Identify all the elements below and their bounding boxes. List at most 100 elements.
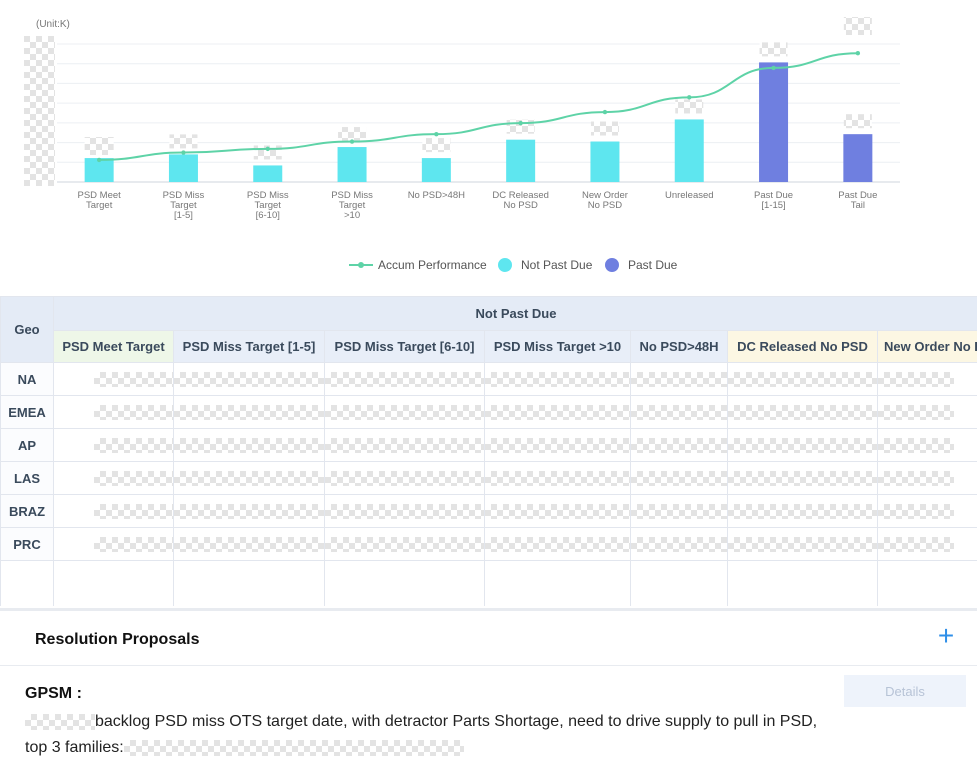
value-cell[interactable] [173,428,325,462]
value-cell[interactable] [173,527,325,561]
col-header-new-order-no-psd[interactable]: New Order No PSD [876,330,977,363]
masked-data-label [675,99,704,114]
value-cell[interactable] [324,428,485,462]
masked-value [878,537,955,552]
value-cell[interactable] [53,362,174,396]
value-cell[interactable] [630,461,728,495]
value-cell[interactable] [484,461,631,495]
value-cell[interactable] [630,428,728,462]
masked-value [325,372,484,387]
value-cell[interactable] [324,362,485,396]
value-cell[interactable] [727,395,878,429]
geo-cell: PRC [0,527,54,561]
table-row: LAS [0,461,977,495]
masked-value [631,405,727,420]
legend-item[interactable]: Accum Performance [349,258,487,272]
value-cell[interactable] [727,362,878,396]
value-cell[interactable] [53,527,174,561]
geo-cell: BRAZ [0,494,54,528]
masked-value [728,504,877,519]
masked-data-label [843,17,872,35]
masked-value [631,372,727,387]
masked-value [94,405,173,420]
table-row: BRAZ [0,494,977,528]
value-cell[interactable] [173,461,325,495]
resolution-proposals-title: Resolution Proposals [35,631,200,648]
col-header-dc-released-no-psd[interactable]: DC Released No PSD [727,330,878,363]
empty-cell [53,560,174,606]
value-cell[interactable] [630,395,728,429]
x-tick-label-line: [1-5] [174,210,193,221]
value-cell[interactable] [484,527,631,561]
value-cell[interactable] [727,461,878,495]
value-cell[interactable] [324,527,485,561]
value-cell[interactable] [324,494,485,528]
masked-value [631,504,727,519]
geo-cell: AP [0,428,54,462]
value-cell[interactable] [727,428,878,462]
masked-value [878,372,955,387]
col-header-psd-miss-target-gt10[interactable]: PSD Miss Target >10 [484,330,631,363]
value-cell[interactable] [173,494,325,528]
value-cell[interactable] [727,494,878,528]
masked-value [325,471,484,486]
value-cell[interactable] [630,362,728,396]
add-proposal-button[interactable]: + [933,622,959,650]
details-button[interactable]: Details [844,675,966,707]
masked-data-label [169,134,198,149]
masked-value [123,739,464,756]
backlog-table: Geo Not Past Due PSD Meet Target PSD Mis… [0,296,977,606]
value-cell[interactable] [53,494,174,528]
masked-value [878,504,955,519]
legend-item[interactable]: Past Due [605,258,678,272]
legend-item[interactable]: Not Past Due [498,258,593,272]
col-header-psd-miss-target-1-5[interactable]: PSD Miss Target [1-5] [173,330,325,363]
proposal-text-line-2-content: top 3 families: [25,739,124,756]
bar [759,62,789,182]
masked-value [174,537,324,552]
bar [421,158,451,182]
value-cell[interactable] [876,395,977,429]
value-cell[interactable] [484,428,631,462]
line-point [602,109,608,115]
value-cell[interactable] [876,362,977,396]
line-point [181,150,186,155]
table-row: AP [0,428,977,462]
value-cell[interactable] [53,395,174,429]
value-cell[interactable] [630,494,728,528]
empty-cell [0,560,54,606]
legend-dot-swatch [605,258,619,272]
masked-value [878,471,955,486]
value-cell[interactable] [630,527,728,561]
col-header-psd-miss-target-6-10[interactable]: PSD Miss Target [6-10] [324,330,485,363]
value-cell[interactable] [876,428,977,462]
value-cell[interactable] [876,494,977,528]
masked-data-label [843,114,872,129]
value-cell[interactable] [876,461,977,495]
value-cell[interactable] [53,428,174,462]
value-cell[interactable] [876,527,977,561]
empty-cell [876,560,977,606]
x-tick-label-line: [6-10] [256,210,280,221]
col-header-psd-meet-target[interactable]: PSD Meet Target [53,330,174,363]
masked-value [325,504,484,519]
chart-unit-label: (Unit:K) [36,19,70,30]
value-cell[interactable] [53,461,174,495]
value-cell[interactable] [324,461,485,495]
value-cell[interactable] [484,395,631,429]
line-point [96,157,102,163]
value-cell[interactable] [484,362,631,396]
value-cell[interactable] [727,527,878,561]
x-tick-label: DC Released No PSD [492,190,549,211]
line-point [518,120,523,126]
table-row: EMEA [0,395,977,429]
value-cell[interactable] [173,362,325,396]
empty-cell [484,560,631,606]
proposal-text-line-1-content: backlog PSD miss OTS target date, with d… [95,713,818,730]
x-tick-label: PSD Miss Target [1-5] [163,190,205,221]
value-cell[interactable] [324,395,485,429]
col-header-no-psd-48h[interactable]: No PSD>48H [630,330,728,363]
masked-value [878,438,955,453]
value-cell[interactable] [173,395,325,429]
value-cell[interactable] [484,494,631,528]
